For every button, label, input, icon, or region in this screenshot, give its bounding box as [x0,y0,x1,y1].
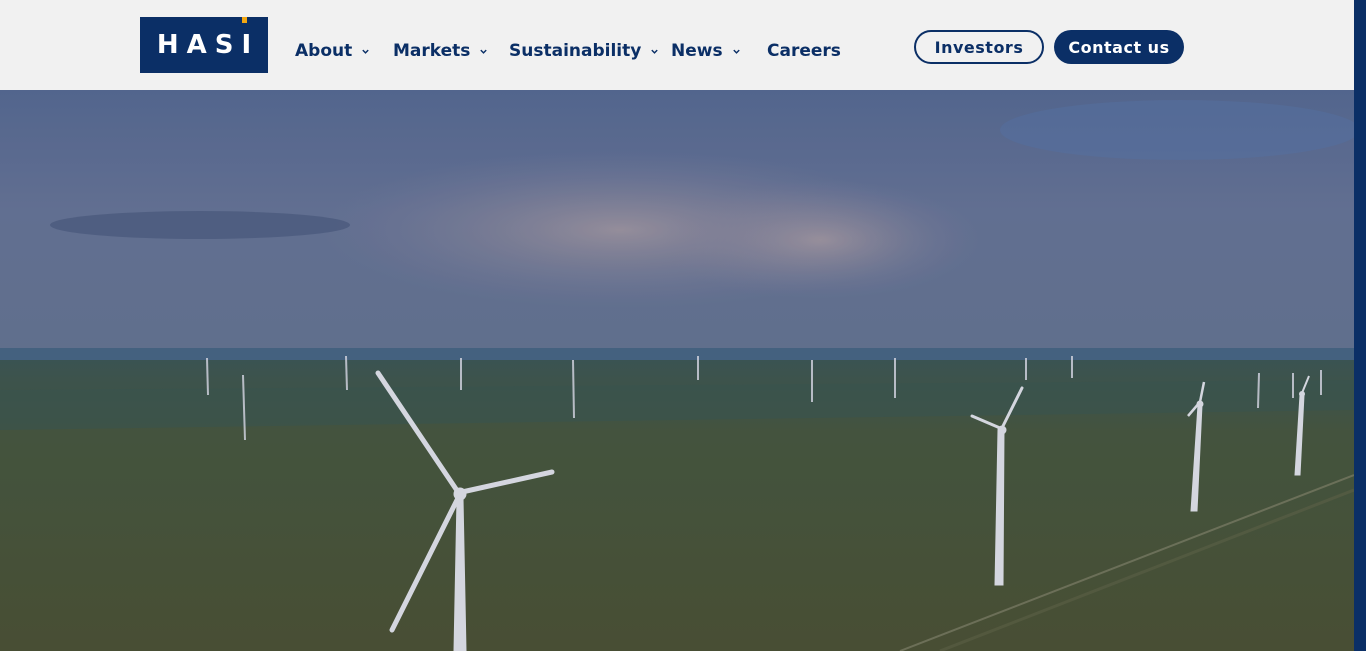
contact-us-button[interactable]: Contact us [1054,30,1184,64]
chevron-down-icon [480,49,488,54]
wind-farm-illustration [0,90,1354,651]
nav-item-label: News [671,41,723,61]
investors-button[interactable]: Investors [914,30,1044,64]
nav-item-news[interactable]: News [671,39,741,63]
logo-accent-mark [242,17,247,23]
nav-item-label: Sustainability [509,41,642,61]
nav-item-careers[interactable]: Careers [767,39,841,63]
nav-item-sustainability[interactable]: Sustainability [509,39,659,63]
nav-item-markets[interactable]: Markets [393,39,488,63]
nav-item-label: Markets [393,41,471,61]
site-header: HASI About Markets Sustainability News C… [0,0,1354,90]
chevron-down-icon [362,49,369,54]
page-scrollbar[interactable] [1354,0,1366,651]
nav-item-label: Careers [767,41,841,61]
logo-text: HASI [156,30,260,60]
chevron-down-icon [732,49,740,54]
hero-wind-farm-image [0,90,1354,651]
nav-item-label: About [295,41,353,61]
nav-item-about[interactable]: About [295,39,370,63]
hasi-logo[interactable]: HASI [140,17,268,73]
chevron-down-icon [651,49,659,54]
